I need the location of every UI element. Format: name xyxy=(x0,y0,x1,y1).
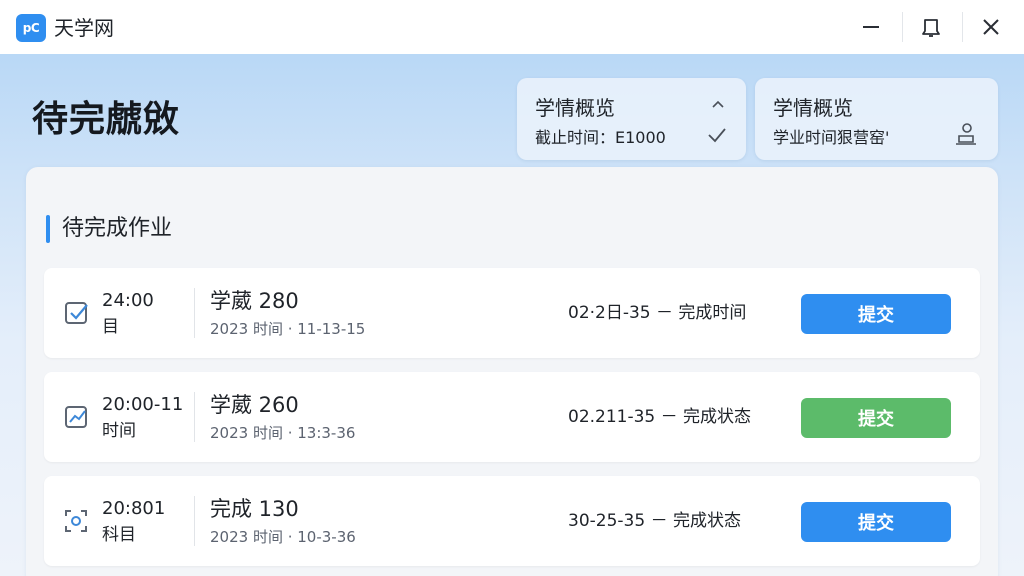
task-time: 20:00-11 xyxy=(102,394,184,415)
minimize-button[interactable] xyxy=(842,0,900,54)
check-icon xyxy=(708,128,726,143)
page-title: 待完虤敓 xyxy=(32,99,181,140)
close-icon xyxy=(983,19,999,35)
summary-card-title: 学情概览 xyxy=(535,96,615,120)
app-title: 天学网 xyxy=(54,16,114,40)
submit-button[interactable]: 提交 xyxy=(801,398,951,438)
summary-card-title: 学情概览 xyxy=(773,96,853,120)
task-divider xyxy=(194,496,195,546)
task-name: 完成 130 xyxy=(210,497,299,521)
section-accent-bar xyxy=(46,215,50,243)
task-name: 学葳 260 xyxy=(210,393,299,417)
summary-card-deadline[interactable]: 学情概览 截止时间：E1000 xyxy=(517,78,746,160)
summary-card-subtitle: 截止时间：E1000 xyxy=(535,128,666,147)
chevron-up-icon[interactable] xyxy=(710,98,726,110)
task-row[interactable]: 24:00 目 学葳 280 2023 时间 · 11-13-15 02·2日-… xyxy=(44,268,980,358)
task-status: 02.211-35 － 完成状态 xyxy=(568,407,752,427)
submit-button[interactable]: 提交 xyxy=(801,294,951,334)
task-time-label: 目 xyxy=(102,317,119,337)
submit-button[interactable]: 提交 xyxy=(801,502,951,542)
task-time: 24:00 xyxy=(102,290,154,311)
task-date: 2023 时间 · 11-13-15 xyxy=(210,320,366,338)
minimize-icon xyxy=(863,26,879,28)
summary-card-subtitle: 学业时间狠营窑' xyxy=(773,128,890,147)
task-time-label: 时间 xyxy=(102,421,136,441)
title-bar: pC 天学网 xyxy=(0,0,1024,54)
task-divider xyxy=(194,392,195,442)
bell-icon xyxy=(922,19,940,37)
scan-frame-icon xyxy=(65,510,87,532)
task-date: 2023 时间 · 10-3-36 xyxy=(210,528,356,546)
section-title: 待完成作业 xyxy=(62,216,173,241)
close-button[interactable] xyxy=(962,0,1020,54)
task-time: 20:801 xyxy=(102,498,166,519)
edit-chart-icon xyxy=(65,406,87,428)
app-logo: pC xyxy=(16,14,46,42)
summary-card-study-time[interactable]: 学情概览 学业时间狠营窑' xyxy=(755,78,998,160)
task-status: 30-25-35 － 完成状态 xyxy=(568,511,741,531)
main-area: 待完虤敓 学情概览 截止时间：E1000 学情概览 学业时间狠营窑' 待完成作业 xyxy=(0,54,1024,576)
task-status: 02·2日-35 － 完成时间 xyxy=(568,303,747,323)
homework-panel: 待完成作业 24:00 目 学葳 280 2023 时间 · 11-13-15 … xyxy=(26,167,998,576)
task-time-label: 科目 xyxy=(102,525,136,545)
task-name: 学葳 280 xyxy=(210,289,299,313)
task-row[interactable]: 20:801 科目 完成 130 2023 时间 · 10-3-36 30-25… xyxy=(44,476,980,566)
checkbox-icon xyxy=(65,302,88,324)
person-desk-icon xyxy=(956,123,976,145)
task-date: 2023 时间 · 13:3-36 xyxy=(210,424,356,442)
task-row[interactable]: 20:00-11 时间 学葳 260 2023 时间 · 13:3-36 02.… xyxy=(44,372,980,462)
notification-button[interactable] xyxy=(902,0,960,54)
task-divider xyxy=(194,288,195,338)
